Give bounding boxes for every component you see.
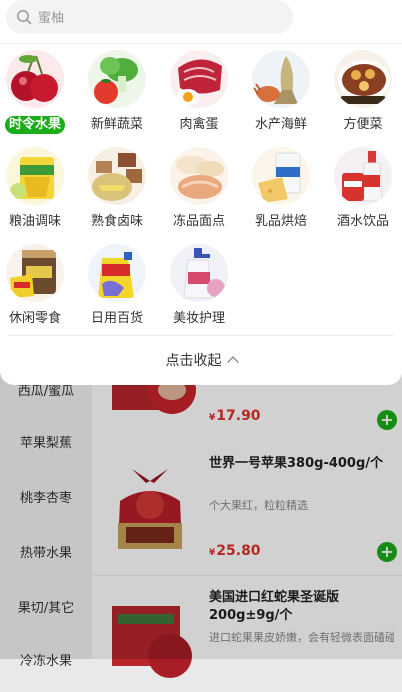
category-label: 熟食卤味: [90, 214, 143, 229]
category-beauty-care[interactable]: 美妆护理: [159, 244, 239, 328]
category-label: 肉禽蛋: [179, 117, 219, 132]
category-image: [170, 147, 228, 205]
category-image: [252, 50, 310, 108]
category-label: 水产海鲜: [254, 117, 307, 132]
category-image: [88, 50, 146, 108]
category-image: [170, 50, 228, 108]
category-label: 酒水饮品: [336, 214, 389, 229]
category-fresh-vegetables[interactable]: 新鲜蔬菜: [77, 50, 157, 134]
category-frozen-pastry[interactable]: 冻品面点: [159, 147, 239, 231]
category-label: 方便菜: [343, 117, 383, 132]
divider: [8, 335, 394, 336]
divider: [0, 43, 402, 44]
category-label: 时令水果: [4, 116, 65, 134]
category-image: [334, 50, 392, 108]
search-input[interactable]: [36, 5, 280, 31]
category-image: [6, 244, 64, 302]
search-icon: [17, 10, 32, 25]
category-image: [88, 147, 146, 205]
category-image: [252, 147, 310, 205]
category-image: [334, 147, 392, 205]
collapse-button[interactable]: 点击收起: [0, 350, 402, 370]
category-instant-dishes[interactable]: 方便菜: [323, 50, 402, 134]
category-daily-goods[interactable]: 日用百货: [77, 244, 157, 328]
category-label: 粮油调味: [8, 214, 61, 229]
category-deli-braised[interactable]: 熟食卤味: [77, 147, 157, 231]
category-dairy-baking[interactable]: 乳品烘焙: [241, 147, 321, 231]
category-drinks-liquor[interactable]: 酒水饮品: [323, 147, 402, 231]
category-label: 冻品面点: [172, 214, 225, 229]
category-seafood[interactable]: 水产海鲜: [241, 50, 321, 134]
chevron-up-icon: [226, 356, 239, 368]
category-label: 休闲零食: [8, 311, 61, 326]
category-meat-poultry-eggs[interactable]: 肉禽蛋: [159, 50, 239, 134]
collapse-label: 点击收起: [165, 353, 222, 369]
category-image: [88, 244, 146, 302]
category-label: 美妆护理: [172, 311, 225, 326]
category-panel: 时令水果 新鲜蔬菜 肉禽蛋: [0, 0, 402, 385]
category-label: 新鲜蔬菜: [90, 117, 143, 132]
category-seasonal-fruit[interactable]: 时令水果: [0, 50, 75, 134]
category-label: 日用百货: [90, 311, 143, 326]
category-image: [170, 244, 228, 302]
category-image: [6, 50, 64, 108]
category-image: [6, 147, 64, 205]
category-label: 乳品烘焙: [254, 214, 307, 229]
search-bar[interactable]: [6, 0, 293, 34]
category-snacks[interactable]: 休闲零食: [0, 244, 75, 328]
category-grain-oil-seasoning[interactable]: 粮油调味: [0, 147, 75, 231]
